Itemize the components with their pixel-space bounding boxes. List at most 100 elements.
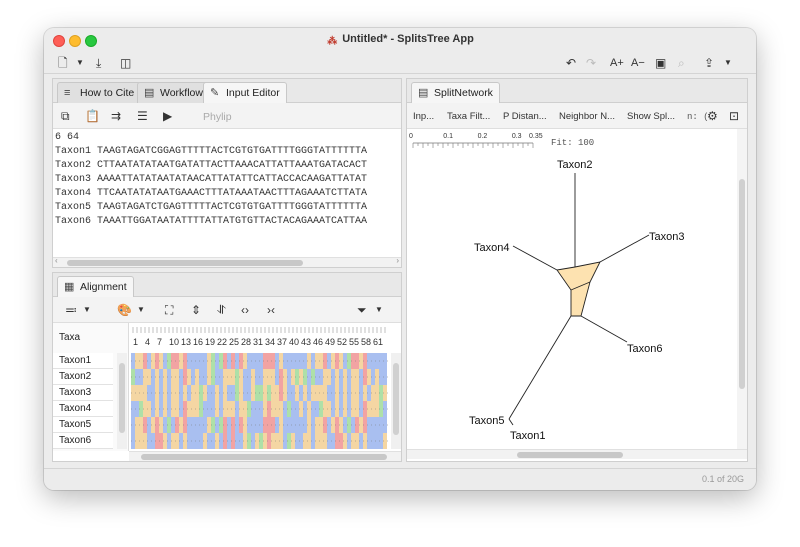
tab-how-to-cite[interactable]: ≡ How to Cite — [57, 82, 142, 103]
share-icon[interactable]: ⇪ — [704, 54, 714, 72]
scale-ticks: 0 0.1 0.2 0.3 0.35 — [409, 133, 543, 148]
format-settings-icon[interactable]: ⚙ — [707, 108, 718, 124]
memory-usage: 0.1 of 20G — [701, 474, 744, 484]
increase-font-icon[interactable]: A+ — [610, 54, 624, 72]
workflow-icon: ▤ — [144, 87, 155, 99]
ruler-tick-label: 16 — [193, 337, 203, 347]
ruler-tick-label: 7 — [157, 337, 162, 347]
input-editor-panel: ≡ How to Cite ▤ Workflow ✎ Input Editor ⧉ 📋… — [52, 78, 402, 268]
tab-input-editor[interactable]: ✎ Input Editor — [203, 82, 287, 103]
network-vertical-scrollbar[interactable] — [737, 129, 747, 449]
undo-icon[interactable]: ↶ — [566, 54, 576, 72]
editor-horizontal-scrollbar[interactable]: ‹ › — [53, 256, 401, 267]
ruler-tick-label: 43 — [301, 337, 311, 347]
taxa-vertical-scrollbar[interactable] — [117, 353, 127, 449]
editor-row: Taxon3 AAAATTATATAATATAACATTATATTCATTACC… — [55, 174, 368, 185]
app-window: ⁂ Untitled* - SplitsTree App 🗋 ▼ ⤓ ◫ ↶ ↷ … — [44, 28, 756, 490]
network-toolbar: Inp... Taxa Filt... P Distan... Neighbor… — [407, 103, 747, 129]
list-icon[interactable]: ☰ — [137, 108, 148, 124]
edge-taxon6 — [580, 315, 628, 343]
taxa-scroll-thumb[interactable] — [119, 363, 125, 433]
scale-tick-label: 0.1 — [443, 133, 453, 140]
wrap-text-icon[interactable]: ⇉ — [111, 108, 121, 124]
title-bar: ⁂ Untitled* - SplitsTree App — [44, 28, 756, 52]
network-h-scroll-thumb[interactable] — [517, 452, 623, 458]
tab-alignment[interactable]: ▦ Alignment — [57, 276, 134, 297]
breadcrumb-input[interactable]: Inp... — [413, 109, 434, 125]
scale-tick-label: 0 — [409, 133, 413, 140]
label-taxon2[interactable]: Taxon2 — [557, 159, 592, 171]
taxa-row[interactable]: Taxon3 — [53, 385, 113, 401]
ruler-tick-label: 10 — [169, 337, 179, 347]
breadcrumb-p-distance[interactable]: P Distan... — [503, 109, 547, 125]
network-v-scroll-thumb[interactable] — [739, 179, 745, 389]
editor-text-area[interactable]: 6 64 Taxon1 TAAGTAGATCGGAGTTTTTACTCGTGTG… — [53, 131, 401, 257]
decrease-font-icon[interactable]: A− — [631, 54, 645, 72]
ruler-tick-label: 25 — [229, 337, 239, 347]
copy-icon[interactable]: ⧉ — [61, 108, 70, 124]
find-icon[interactable]: ⌕ — [678, 54, 685, 72]
editor-rows: Taxon1 TAAGTAGATCGGAGTTTTTACTCGTGTGATTTT… — [55, 145, 401, 229]
filter-icon[interactable]: ⏷ — [357, 302, 367, 318]
breadcrumb-taxa-filter[interactable]: Taxa Filt... — [447, 109, 490, 125]
redo-icon[interactable]: ↷ — [586, 54, 596, 72]
new-document-icon[interactable]: 🗋 — [58, 54, 68, 72]
scale-tick-label: 0.35 — [529, 133, 543, 140]
label-taxon5[interactable]: Taxon5 — [469, 415, 504, 427]
network-doc-icon: ▤ — [418, 87, 429, 99]
ruler-tick-label: 19 — [205, 337, 215, 347]
taxa-column: Taxa Taxon1 Taxon2 Taxon3 Taxon4 Taxon5 Taxon… — [53, 323, 129, 451]
window-title: ⁂ Untitled* - SplitsTree App — [327, 33, 474, 47]
label-taxon4[interactable]: Taxon4 — [474, 242, 509, 254]
network-horizontal-scrollbar[interactable] — [407, 449, 747, 459]
breadcrumb-show-splits[interactable]: Show Spl... — [627, 109, 675, 125]
contract-vertical-icon[interactable]: ⥯ — [217, 302, 226, 318]
taxa-row[interactable]: Taxon4 — [53, 401, 113, 417]
ruler-tick-label: 40 — [289, 337, 299, 347]
select-dropdown-chevron-icon[interactable]: ▼ — [83, 302, 91, 318]
run-icon[interactable]: ▶ — [163, 108, 172, 124]
fit-view-icon[interactable]: ⛶ — [165, 302, 173, 318]
editor-scroll-thumb[interactable] — [67, 260, 303, 266]
label-taxon3[interactable]: Taxon3 — [649, 231, 684, 243]
taxa-row[interactable]: Taxon2 — [53, 369, 113, 385]
scroll-right-icon[interactable]: › — [396, 256, 399, 265]
color-palette-icon[interactable]: 🎨 — [117, 302, 132, 318]
taxa-row[interactable]: Taxon5 — [53, 417, 113, 433]
label-taxon1[interactable]: Taxon1 — [510, 430, 545, 442]
alignment-grid[interactable] — [131, 353, 391, 449]
splitstree-logo-icon: ⁂ — [327, 36, 338, 47]
alignment-scroll-thumb[interactable] — [393, 363, 399, 435]
toggle-sidebar-icon[interactable]: ◫ — [120, 54, 131, 72]
ruler-tick-label: 34 — [265, 337, 275, 347]
alignment-icon: ▦ — [64, 281, 75, 293]
split-network-svg: 0 0.1 0.2 0.3 0.35 Fit: 100 Taxon2 Taxon3 Ta… — [409, 133, 684, 442]
paste-icon[interactable]: 📋 — [85, 108, 100, 124]
new-dropdown-chevron-icon[interactable]: ▼ — [76, 54, 84, 72]
network-canvas[interactable]: 0 0.1 0.2 0.3 0.35 Fit: 100 Taxon2 Taxon3 Ta… — [407, 129, 737, 449]
filter-dropdown-chevron-icon[interactable]: ▼ — [375, 302, 383, 318]
layout-labels-icon[interactable]: ⊡ — [729, 108, 739, 124]
tab-workflow[interactable]: ▤ Workflow — [137, 82, 210, 103]
contract-horizontal-icon[interactable]: ›‹ — [267, 302, 275, 318]
expand-vertical-icon[interactable]: ⇕ — [191, 302, 201, 318]
ruler-tick-label: 52 — [337, 337, 347, 347]
ruler-tick-label: 37 — [277, 337, 287, 347]
select-columns-icon[interactable]: ≕ — [65, 302, 77, 318]
share-dropdown-chevron-icon[interactable]: ▼ — [724, 54, 732, 72]
edit-icon: ✎ — [210, 87, 220, 99]
tab-split-network[interactable]: ▤ SplitNetwork — [411, 82, 500, 103]
alignment-grid-svg — [131, 353, 391, 449]
import-icon[interactable]: ⤓ — [96, 54, 101, 72]
scroll-left-icon[interactable]: ‹ — [55, 256, 58, 265]
alignment-horizontal-scrollbar[interactable] — [129, 451, 401, 461]
taxa-row[interactable]: Taxon1 — [53, 353, 113, 369]
palette-dropdown-chevron-icon[interactable]: ▼ — [137, 302, 145, 318]
taxa-row[interactable]: Taxon6 — [53, 433, 113, 449]
alignment-vertical-scrollbar[interactable] — [391, 353, 401, 449]
expand-horizontal-icon[interactable]: ‹› — [241, 302, 249, 318]
label-taxon6[interactable]: Taxon6 — [627, 343, 662, 355]
select-all-icon[interactable]: ▣ — [655, 54, 666, 72]
alignment-h-scroll-thumb[interactable] — [141, 454, 387, 460]
breadcrumb-neighbor-net[interactable]: Neighbor N... — [559, 109, 615, 125]
